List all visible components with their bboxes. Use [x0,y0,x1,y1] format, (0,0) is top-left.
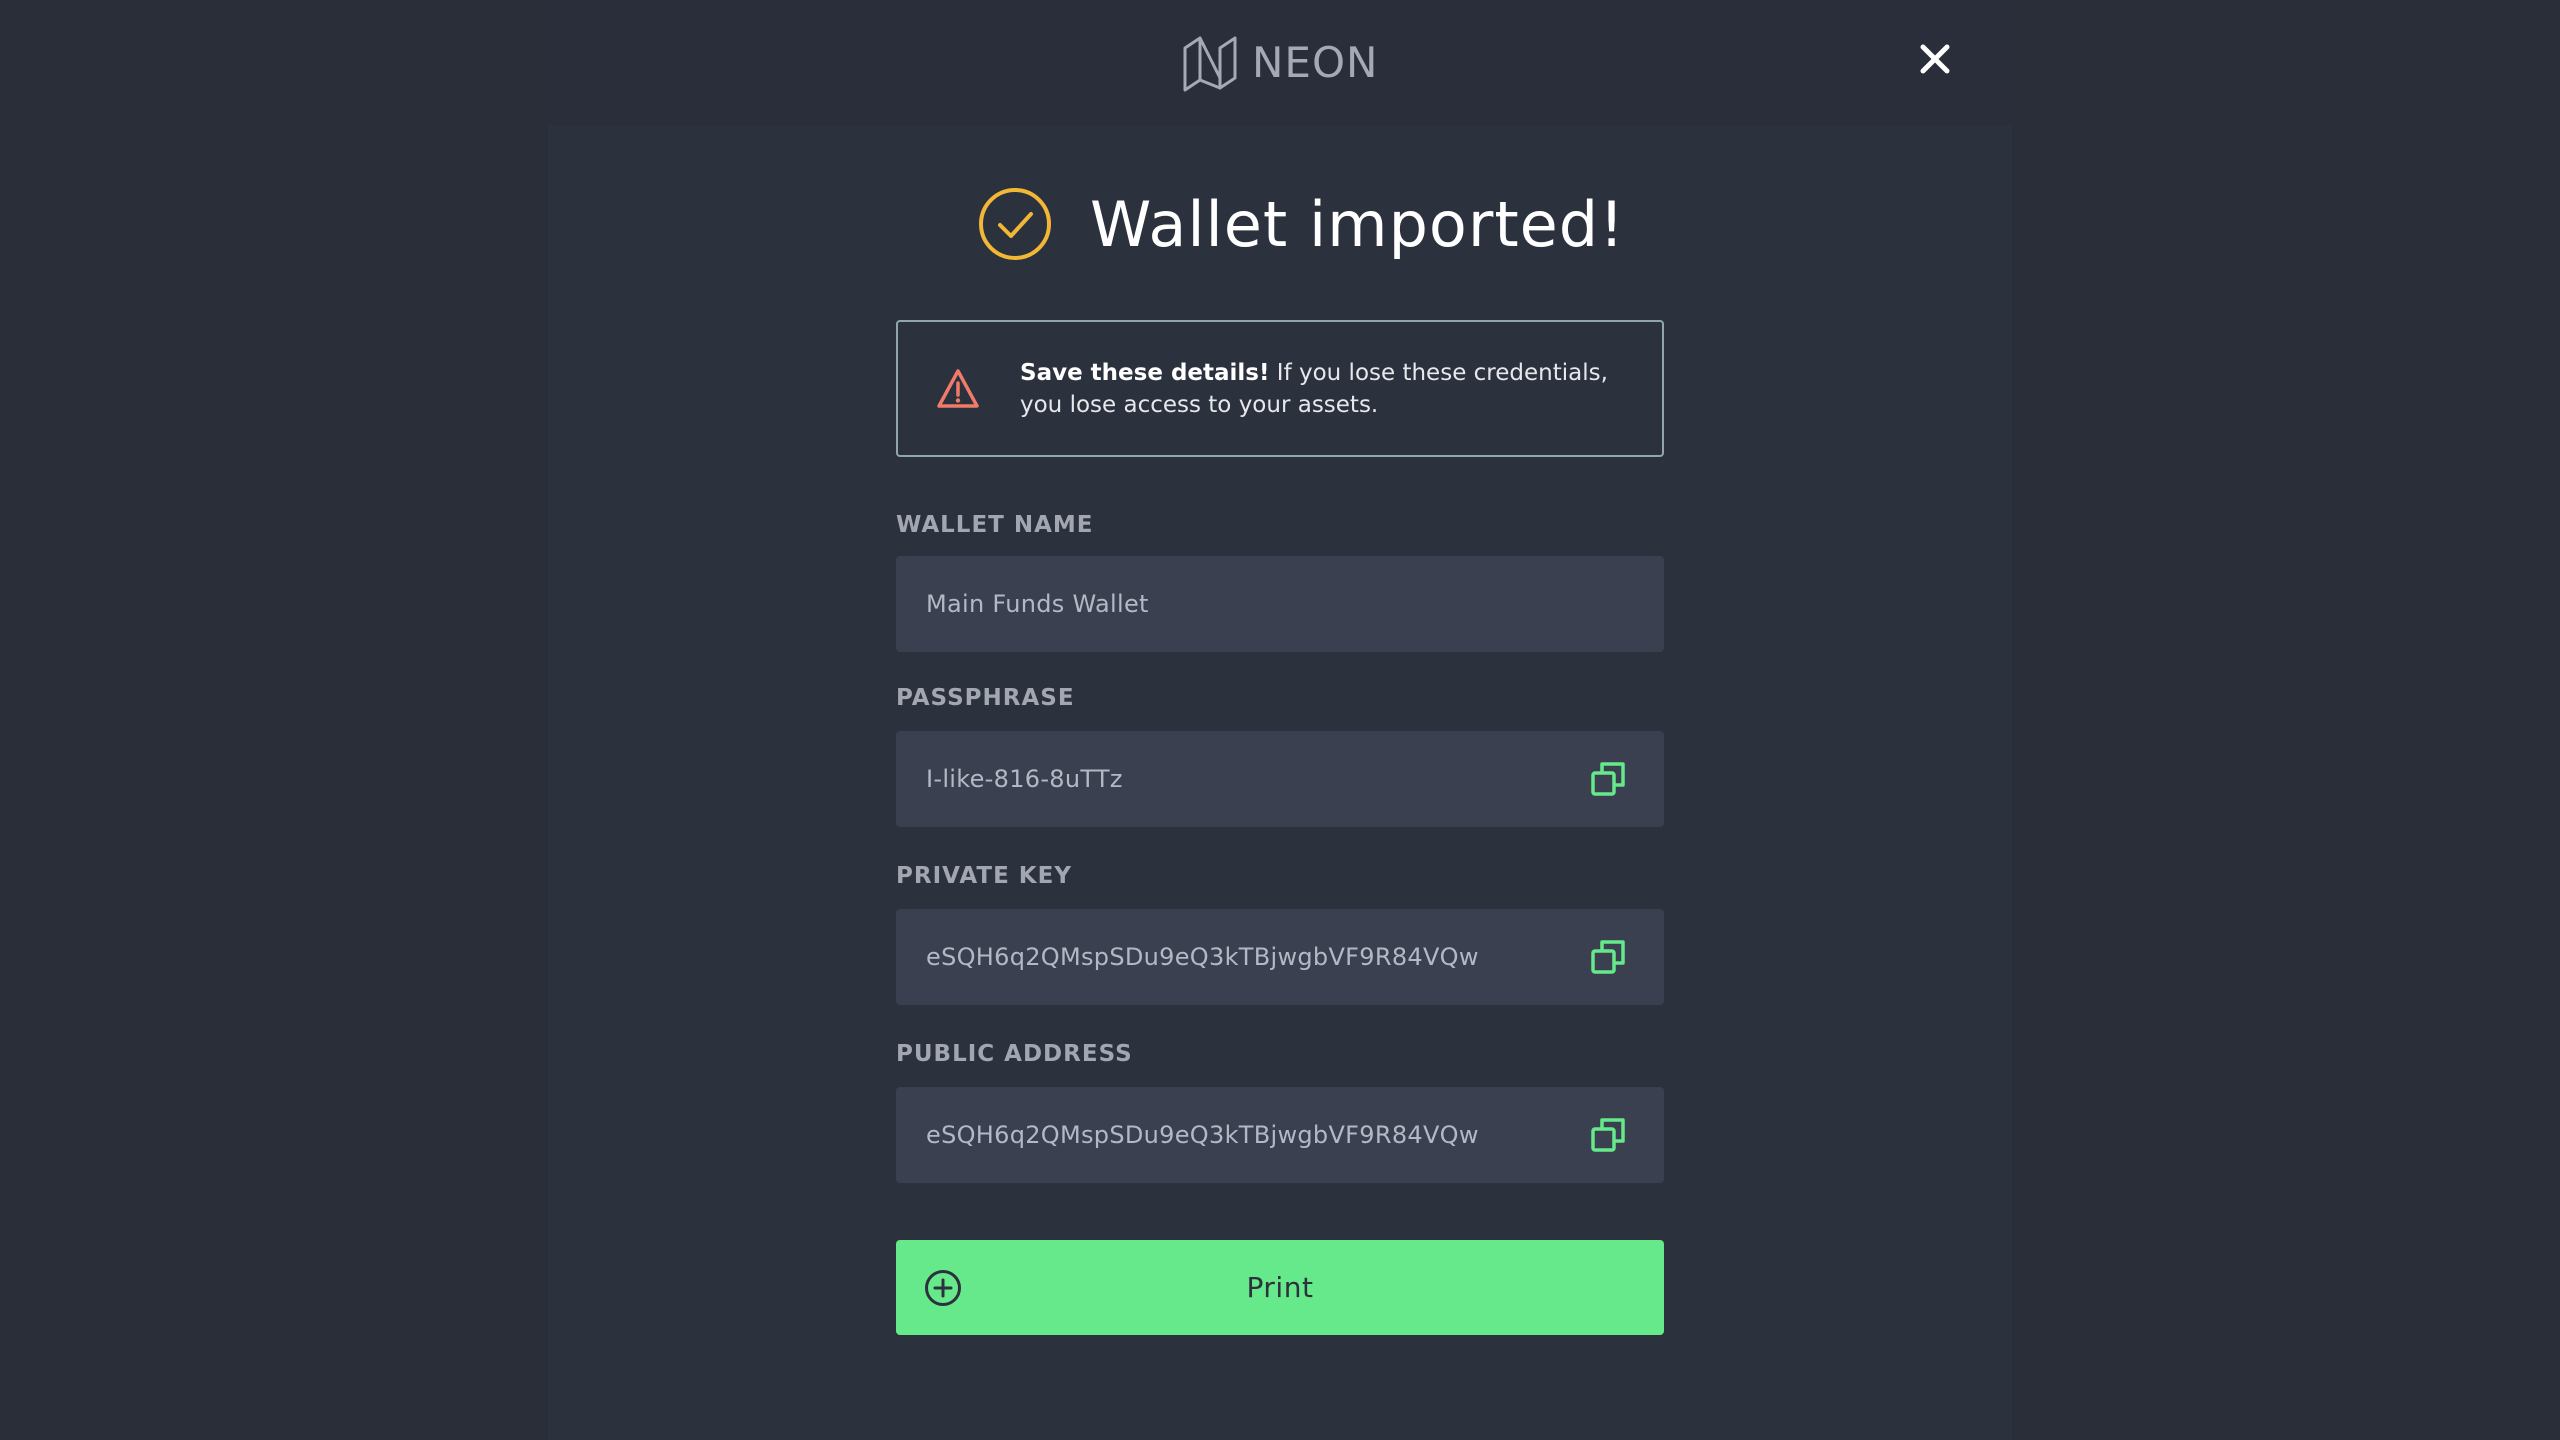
modal-header: NEON [548,0,2012,126]
copy-passphrase-button[interactable] [1590,761,1626,797]
check-circle-icon [979,188,1051,260]
passphrase-label: PASSPHRASE [896,685,1075,711]
copy-icon [1591,1118,1625,1152]
private-key-value: eSQH6q2QMspSDu9eQ3kTBjwgbVF9R84VQw [926,943,1479,971]
neon-logo-icon [1183,36,1237,92]
copy-icon [1591,762,1625,796]
copy-icon [1591,940,1625,974]
close-button[interactable] [1918,42,1952,76]
neon-logo: NEON [1182,33,1378,93]
passphrase-field[interactable]: I-like-816-8uTTz [896,731,1664,827]
wallet-name-field[interactable]: Main Funds Wallet [896,556,1664,652]
warning-triangle-icon [936,367,980,411]
close-icon [1920,44,1950,74]
print-button-label: Print [1246,1271,1314,1304]
public-address-value: eSQH6q2QMspSDu9eQ3kTBjwgbVF9R84VQw [926,1121,1479,1149]
warning-banner: Save these details! If you lose these cr… [896,320,1664,457]
brand-name: NEON [1252,38,1379,87]
wallet-name-value: Main Funds Wallet [926,590,1149,618]
passphrase-value: I-like-816-8uTTz [926,765,1123,793]
modal-panel: NEON Wallet imported! Save these details… [548,0,2012,1440]
public-address-field[interactable]: eSQH6q2QMspSDu9eQ3kTBjwgbVF9R84VQw [896,1087,1664,1183]
print-button[interactable]: Print [896,1240,1664,1335]
warning-bold-text: Save these details! [1020,359,1270,386]
warning-message: Save these details! If you lose these cr… [1020,357,1620,421]
public-address-label: PUBLIC ADDRESS [896,1041,1133,1067]
wallet-name-label: WALLET NAME [896,512,1094,538]
success-title: Wallet imported! [978,184,1625,264]
copy-public-address-button[interactable] [1590,1117,1626,1153]
copy-private-key-button[interactable] [1590,939,1626,975]
private-key-field[interactable]: eSQH6q2QMspSDu9eQ3kTBjwgbVF9R84VQw [896,909,1664,1005]
page-title: Wallet imported! [1090,187,1626,261]
private-key-label: PRIVATE KEY [896,863,1072,889]
